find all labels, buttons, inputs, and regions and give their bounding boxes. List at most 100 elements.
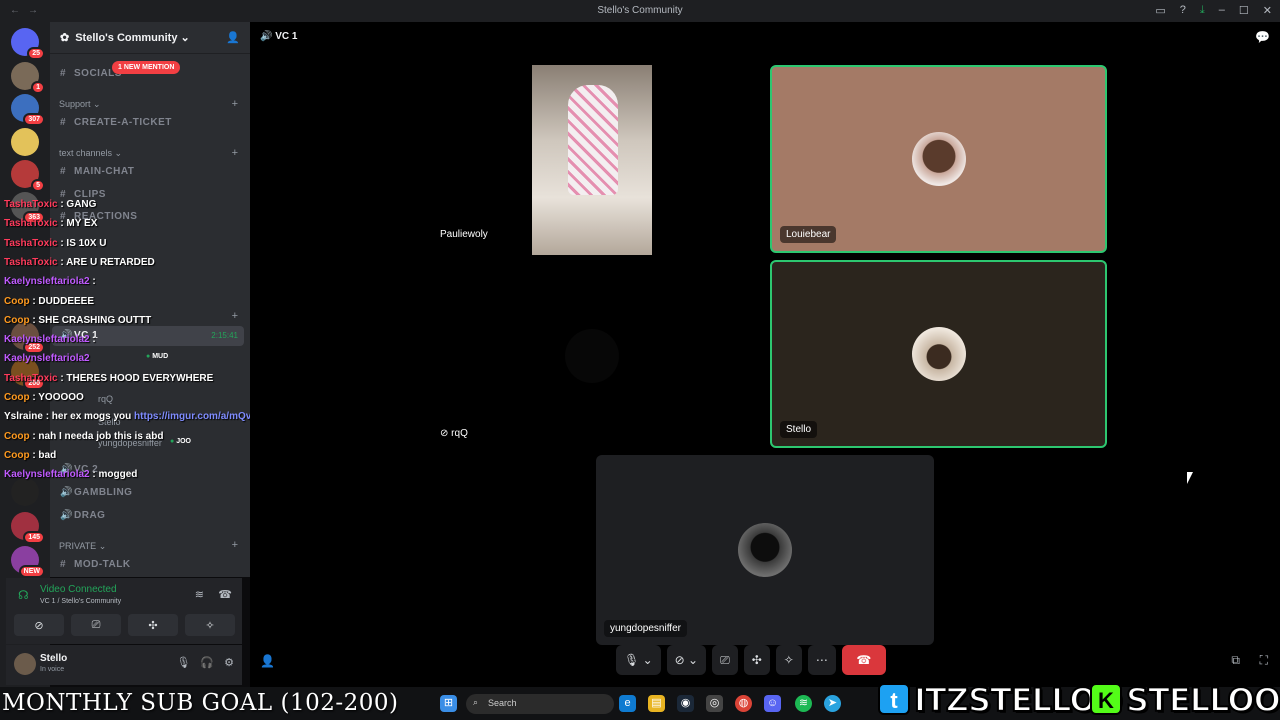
search-input[interactable]: ⌕ Search bbox=[466, 694, 614, 714]
unread-badge: NEW bbox=[18, 565, 45, 578]
add-channel-icon[interactable]: + bbox=[232, 310, 238, 322]
fullscreen-icon[interactable]: ⛶ bbox=[1260, 653, 1268, 668]
chat-text: : THERES HOOD EVERYWHERE bbox=[57, 372, 214, 384]
user-name: Stello bbox=[40, 653, 68, 664]
channel-create-ticket[interactable]: # CREATE-A-TICKET bbox=[60, 117, 172, 128]
chat-text: : bad bbox=[29, 449, 57, 461]
server-icon[interactable]: NEW bbox=[11, 546, 45, 578]
avatar bbox=[911, 132, 966, 186]
channel-drag[interactable]: 🔊DRAG bbox=[60, 510, 105, 521]
invite-to-call-icon[interactable]: 👤 bbox=[260, 654, 275, 668]
add-channel-icon[interactable]: + bbox=[232, 539, 238, 551]
channel-gambling[interactable]: 🔊GAMBLING bbox=[60, 487, 132, 498]
tile-label: Pauliewoly bbox=[440, 229, 488, 240]
chat-message: Coop : bad bbox=[4, 450, 56, 461]
steam-icon[interactable]: ◉ bbox=[677, 695, 694, 712]
server-icon[interactable]: 145 bbox=[11, 512, 45, 544]
channel-mod-talk[interactable]: # MOD-TALK bbox=[60, 559, 131, 570]
avatar bbox=[565, 329, 619, 383]
disconnect-icon[interactable]: ☎ bbox=[218, 588, 232, 601]
video-tile-louiebear[interactable]: Louiebear bbox=[770, 65, 1107, 253]
server-icon[interactable]: 307 bbox=[11, 94, 45, 126]
chat-message: Yslraine : her ex mogs you https://imgur… bbox=[4, 411, 271, 422]
video-tile-yungdopesniffer[interactable]: yungdopesniffer bbox=[596, 455, 934, 645]
server-icon[interactable]: 5 bbox=[11, 160, 45, 192]
help-icon[interactable]: ? bbox=[1180, 4, 1186, 17]
spotify-icon[interactable]: ≋ bbox=[795, 695, 812, 712]
invite-icon[interactable]: 👤 bbox=[226, 31, 240, 44]
more-button[interactable]: ⋯ bbox=[807, 645, 836, 675]
sub-goal-text: MONTHLY SUB GOAL (102-200) bbox=[2, 690, 399, 716]
start-icon[interactable]: ⊞ bbox=[440, 695, 457, 712]
category-support[interactable]: Support ⌄ bbox=[59, 99, 101, 110]
camera-button[interactable]: ⊘ ⌄ bbox=[666, 645, 707, 675]
chat-username: Yslraine bbox=[4, 411, 43, 423]
signal-icon[interactable]: ☊ bbox=[18, 588, 29, 602]
guild-header[interactable]: ✿ Stello's Community ⌄ 👤 bbox=[50, 22, 250, 54]
vc-member-rqq[interactable]: rqQ bbox=[98, 394, 113, 404]
discord-icon[interactable]: ☺ bbox=[764, 695, 781, 712]
video-tile-rqq[interactable]: ⊘ rqQ bbox=[422, 262, 762, 450]
channel-main-chat[interactable]: # MAIN-CHAT bbox=[60, 166, 134, 177]
chat-message: Coop : nah I needa job this is abd bbox=[4, 431, 163, 442]
category-text-channels[interactable]: text channels ⌄ bbox=[59, 148, 122, 159]
tile-label: yungdopesniffer bbox=[604, 620, 687, 637]
chat-message: Kaelynsleftariola2 bbox=[4, 353, 90, 364]
voice-sub: VC 1 / Stello's Community bbox=[40, 598, 122, 605]
popout-icon[interactable]: ⧉ bbox=[1231, 653, 1240, 668]
close-icon[interactable]: ✕ bbox=[1263, 4, 1272, 17]
voice-status[interactable]: Video Connected bbox=[40, 584, 117, 595]
kick-handle: STELLOOO bbox=[1125, 680, 1280, 720]
channel-label: DRAG bbox=[74, 510, 106, 521]
chat-text: : bbox=[89, 276, 96, 288]
unread-badge: 145 bbox=[23, 531, 45, 544]
disconnect-button[interactable]: ☎ bbox=[841, 645, 886, 675]
gear-icon[interactable]: ⚙ bbox=[224, 656, 234, 669]
add-channel-icon[interactable]: + bbox=[232, 98, 238, 110]
headphones-icon[interactable]: 🎧 bbox=[200, 656, 214, 669]
chat-text: : SHE CRASHING OUTTT bbox=[29, 314, 152, 326]
activities-button[interactable]: ✣ bbox=[743, 645, 770, 675]
chevron-down-icon: ⌄ bbox=[177, 32, 190, 44]
chat-username: TashaToxic bbox=[4, 199, 58, 210]
chrome-icon[interactable]: ◍ bbox=[735, 695, 752, 712]
mic-icon[interactable]: 🎙 bbox=[176, 656, 190, 669]
video-tile-pauliewoly[interactable]: Pauliewoly bbox=[422, 65, 762, 255]
edge-icon[interactable]: e bbox=[619, 695, 636, 712]
server-icon[interactable] bbox=[11, 128, 39, 156]
soundwave-icon[interactable]: ≋ bbox=[195, 588, 204, 601]
hash-icon: # bbox=[60, 166, 67, 177]
chat-text: : IS 10X U bbox=[57, 237, 107, 249]
camera-off-button[interactable]: ⊘ bbox=[14, 614, 64, 636]
unread-badge: 25 bbox=[27, 47, 45, 60]
add-channel-icon[interactable]: + bbox=[232, 147, 238, 159]
obs-icon[interactable]: ◎ bbox=[706, 695, 723, 712]
tag-label: JOO bbox=[176, 438, 191, 445]
avatar[interactable] bbox=[14, 653, 36, 675]
chat-text: : mogged bbox=[89, 469, 138, 481]
telegram-icon[interactable]: ➤ bbox=[824, 695, 841, 712]
screen-share-button[interactable]: ⎚ bbox=[712, 645, 738, 675]
folder-icon[interactable]: ▤ bbox=[648, 695, 665, 712]
unread-badge: 5 bbox=[31, 179, 45, 192]
activities-button[interactable]: ✣ bbox=[128, 614, 178, 636]
screen-share-button[interactable]: ⎚ bbox=[71, 614, 121, 636]
inbox-icon[interactable]: ▭ bbox=[1155, 4, 1165, 17]
server-icon[interactable]: 1 bbox=[11, 62, 45, 94]
video-tile-stello[interactable]: Stello bbox=[770, 260, 1107, 448]
download-icon[interactable]: ⤓ bbox=[1200, 4, 1205, 17]
home-icon[interactable]: 25 bbox=[11, 28, 45, 60]
chat-icon[interactable]: 💬 bbox=[1255, 30, 1270, 44]
chat-username: Kaelynsleftariola2 bbox=[4, 469, 90, 481]
mic-button[interactable]: 🎙 ⌄ bbox=[616, 645, 661, 675]
new-mention-badge[interactable]: 1 NEW MENTION bbox=[112, 61, 181, 74]
maximize-icon[interactable]: ☐ bbox=[1239, 4, 1249, 17]
voice-status-panel: ☊ Video Connected VC 1 / Stello's Commun… bbox=[6, 578, 242, 644]
soundboard-button[interactable]: ✧ bbox=[775, 645, 802, 675]
server-icon[interactable] bbox=[11, 478, 39, 506]
vc-member-tag: ● JOO bbox=[170, 438, 191, 445]
soundboard-button[interactable]: ✧ bbox=[185, 614, 235, 636]
category-private[interactable]: PRIVATE ⌄ bbox=[59, 541, 106, 552]
unread-badge: 307 bbox=[23, 113, 45, 126]
minimize-icon[interactable]: – bbox=[1219, 4, 1225, 17]
